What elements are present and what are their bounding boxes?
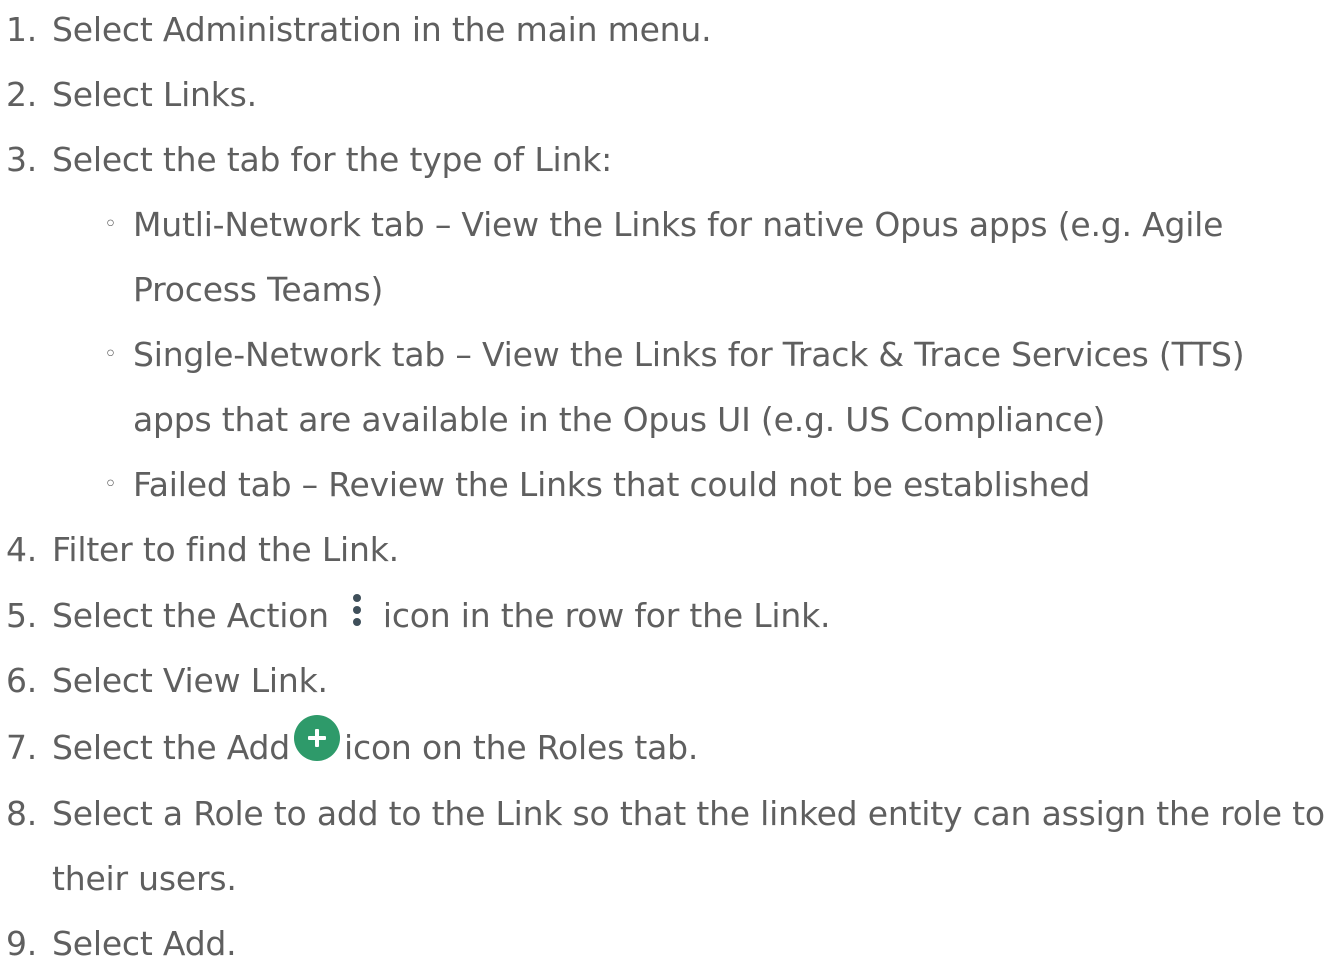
step-text: Select a Role to add to the Link so that…: [52, 794, 1325, 833]
step-number: 4.: [6, 530, 38, 569]
step-text: Select Add.: [52, 924, 237, 963]
step-text-continued: their users.: [52, 859, 237, 898]
step-number: 1.: [6, 10, 38, 49]
step-number: 5.: [6, 596, 38, 635]
step-text: Select Links.: [52, 75, 257, 114]
step-text: Select Administration in the main menu.: [52, 10, 712, 49]
substep-text: Failed tab – Review the Links that could…: [133, 465, 1091, 504]
step-text: Select the Add icon on the Roles tab.: [52, 714, 699, 780]
step-text-after-icon: icon in the row for the Link.: [382, 596, 831, 635]
step-number: 8.: [6, 794, 38, 833]
add-icon: [294, 714, 341, 761]
substep-text-continued: Process Teams): [133, 270, 384, 309]
bullet-icon: ◦: [104, 212, 117, 237]
substep-text: Mutli-Network tab – View the Links for n…: [133, 205, 1224, 244]
step-number: 7.: [6, 728, 38, 767]
step-text-before-icon: Select the Add: [52, 728, 291, 767]
step-text: Select the tab for the type of Link:: [52, 140, 613, 179]
step-text-after-icon: icon on the Roles tab.: [344, 728, 699, 767]
kebab-icon: [351, 590, 363, 630]
step-number: 2.: [6, 75, 38, 114]
step-text-before-icon: Select the Action: [52, 596, 329, 635]
step-number: 9.: [6, 924, 38, 963]
step-number: 6.: [6, 661, 38, 700]
step-text: Select the Action icon in the row for the…: [52, 583, 831, 648]
bullet-icon: ◦: [104, 472, 117, 497]
substep-text: Single-Network tab – View the Links for …: [133, 335, 1245, 374]
bullet-icon: ◦: [104, 342, 117, 367]
step-number: 3.: [6, 140, 38, 179]
substep-text-continued: apps that are available in the Opus UI (…: [133, 400, 1106, 439]
step-text: Filter to find the Link.: [52, 530, 399, 569]
step-text: Select View Link.: [52, 661, 328, 700]
